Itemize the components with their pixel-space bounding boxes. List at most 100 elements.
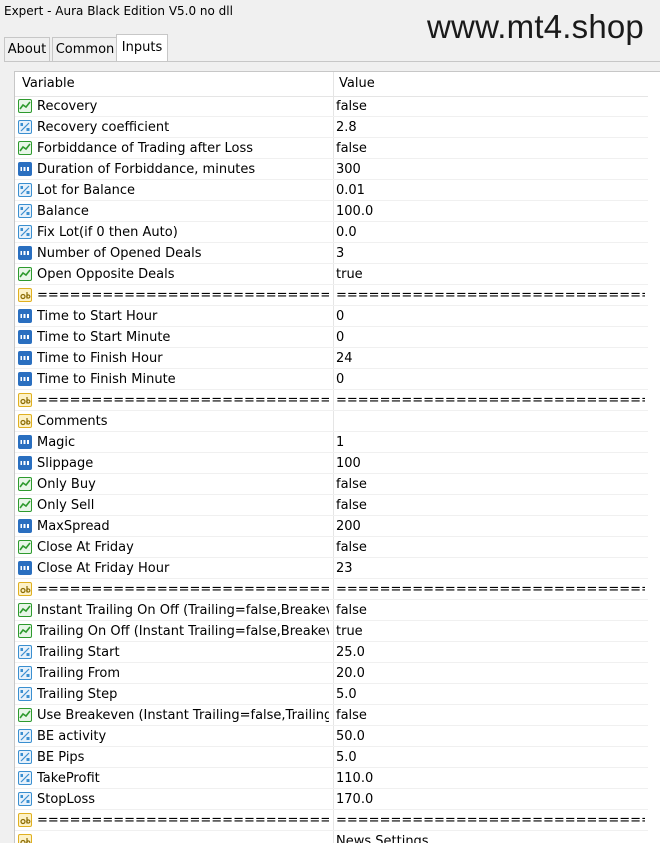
variable-name: TakeProfit: [37, 768, 329, 789]
variable-value[interactable]: 0: [336, 327, 645, 348]
table-row[interactable]: Time to Finish Hour 24: [15, 348, 648, 369]
table-row[interactable]: Lot for Balance0.01: [15, 180, 648, 201]
table-row[interactable]: Comments: [15, 411, 648, 432]
variable-value[interactable]: false: [336, 600, 645, 621]
variable-value[interactable]: 0.01: [336, 180, 645, 201]
table-row[interactable]: StopLoss 170.0: [15, 789, 648, 810]
table-row[interactable]: Close At Fridayfalse: [15, 537, 648, 558]
table-row[interactable]: Time to Start Minute0: [15, 327, 648, 348]
variable-name: Time to Finish Hour: [37, 348, 329, 369]
double-type-icon: [18, 687, 32, 701]
variable-value[interactable]: 5.0: [336, 747, 645, 768]
window-title: Expert - Aura Black Edition V5.0 no dll: [4, 4, 233, 18]
table-row[interactable]: Duration of Forbiddance, minutes300: [15, 159, 648, 180]
table-row[interactable]: Time to Finish Minute 0: [15, 369, 648, 390]
variable-value[interactable]: 300: [336, 159, 645, 180]
table-row[interactable]: ================================...=====…: [15, 390, 648, 411]
table-row[interactable]: Recovery coefficient2.8: [15, 117, 648, 138]
variable-value[interactable]: 23: [336, 558, 645, 579]
double-type-icon: [18, 771, 32, 785]
variable-value[interactable]: 170.0: [336, 789, 645, 810]
variable-value[interactable]: 0: [336, 306, 645, 327]
variable-value[interactable]: News Settings: [336, 831, 645, 843]
variable-value[interactable]: 50.0: [336, 726, 645, 747]
variable-value[interactable]: false: [336, 495, 645, 516]
int-type-icon: [18, 162, 32, 176]
string-type-icon: [18, 393, 32, 407]
double-type-icon: [18, 729, 32, 743]
variable-name: Only Buy: [37, 474, 329, 495]
bool-type-icon: [18, 267, 32, 281]
variable-value[interactable]: ========================================…: [336, 390, 645, 411]
table-row[interactable]: Number of Opened Deals3: [15, 243, 648, 264]
table-row[interactable]: Trailing From20.0: [15, 663, 648, 684]
variable-value[interactable]: ========================================…: [336, 579, 645, 600]
table-row[interactable]: Trailing On Off (Instant Trailing=false,…: [15, 621, 648, 642]
variable-value[interactable]: true: [336, 621, 645, 642]
table-row[interactable]: Magic 1: [15, 432, 648, 453]
variable-value[interactable]: 0: [336, 369, 645, 390]
table-row[interactable]: Fix Lot(if 0 then Auto)0.0: [15, 222, 648, 243]
variable-value[interactable]: ========================================…: [336, 810, 645, 831]
table-row[interactable]: Open Opposite Dealstrue: [15, 264, 648, 285]
variable-value[interactable]: 200: [336, 516, 645, 537]
table-row[interactable]: Trailing Step5.0: [15, 684, 648, 705]
variable-value[interactable]: false: [336, 705, 645, 726]
variable-value[interactable]: 2.8: [336, 117, 645, 138]
int-type-icon: [18, 456, 32, 470]
variable-value[interactable]: 24: [336, 348, 645, 369]
table-row[interactable]: Recoveryfalse: [15, 96, 648, 117]
table-row[interactable]: Time to Start Hour0: [15, 306, 648, 327]
table-row[interactable]: BE activity50.0: [15, 726, 648, 747]
tab-about[interactable]: About: [4, 37, 50, 62]
table-row[interactable]: ================================...=====…: [15, 579, 648, 600]
table-row[interactable]: Slippage100: [15, 453, 648, 474]
variable-value[interactable]: 110.0: [336, 768, 645, 789]
table-row[interactable]: Close At Friday Hour23: [15, 558, 648, 579]
double-type-icon: [18, 792, 32, 806]
table-row[interactable]: ================================...=====…: [15, 810, 648, 831]
table-row[interactable]: Only Buy false: [15, 474, 648, 495]
table-row[interactable]: Only Sellfalse: [15, 495, 648, 516]
int-type-icon: [18, 519, 32, 533]
variable-value[interactable]: 100.0: [336, 201, 645, 222]
variable-value[interactable]: 1: [336, 432, 645, 453]
variable-value[interactable]: false: [336, 474, 645, 495]
variable-value[interactable]: ========================================…: [336, 285, 645, 306]
variable-name: StopLoss: [37, 789, 329, 810]
variable-value[interactable]: 20.0: [336, 663, 645, 684]
variable-value[interactable]: 5.0: [336, 684, 645, 705]
tab-common[interactable]: Common: [52, 37, 118, 62]
table-row[interactable]: Instant Trailing On Off (Trailing=false,…: [15, 600, 648, 621]
table-row[interactable]: Use Breakeven (Instant Trailing=false,Tr…: [15, 705, 648, 726]
table-row[interactable]: TakeProfit 110.0: [15, 768, 648, 789]
table-row[interactable]: BE Pips5.0: [15, 747, 648, 768]
table-row[interactable]: Forbiddance of Trading after Lossfalse: [15, 138, 648, 159]
table-row[interactable]: MaxSpread200: [15, 516, 648, 537]
table-row[interactable]: Balance100.0: [15, 201, 648, 222]
variable-name: Magic: [37, 432, 329, 453]
variable-value[interactable]: 3: [336, 243, 645, 264]
variable-value[interactable]: 25.0: [336, 642, 645, 663]
variable-value[interactable]: false: [336, 537, 645, 558]
double-type-icon: [18, 183, 32, 197]
variable-value[interactable]: [336, 411, 645, 432]
variable-value[interactable]: false: [336, 96, 645, 117]
int-type-icon: [18, 372, 32, 386]
double-type-icon: [18, 645, 32, 659]
bool-type-icon: [18, 708, 32, 722]
table-row[interactable]: Trailing Start25.0: [15, 642, 648, 663]
table-row[interactable]: ================================...=====…: [15, 285, 648, 306]
variable-name: Time to Finish Minute: [37, 369, 329, 390]
table-row[interactable]: News Settings: [15, 831, 648, 843]
double-type-icon: [18, 750, 32, 764]
column-header-variable[interactable]: Variable: [22, 72, 75, 96]
column-header-value[interactable]: Value: [339, 72, 375, 96]
variable-value[interactable]: 100: [336, 453, 645, 474]
bool-type-icon: [18, 603, 32, 617]
tab-inputs[interactable]: Inputs: [116, 34, 168, 62]
double-type-icon: [18, 225, 32, 239]
variable-value[interactable]: 0.0: [336, 222, 645, 243]
variable-value[interactable]: false: [336, 138, 645, 159]
variable-value[interactable]: true: [336, 264, 645, 285]
